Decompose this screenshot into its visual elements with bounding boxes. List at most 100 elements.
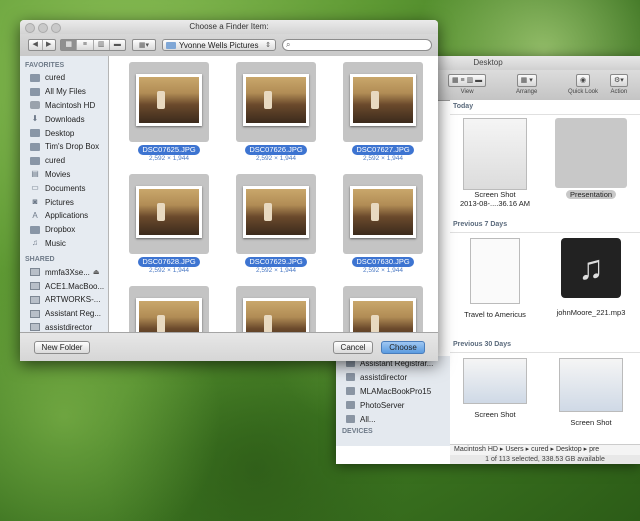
automator-icon: [555, 118, 627, 188]
choose-button[interactable]: Choose: [381, 341, 425, 354]
finder-sidebar-item[interactable]: PhotoServer: [336, 398, 450, 412]
file-item[interactable]: DSC07628.JPG 2,592 × 1,944: [123, 174, 215, 275]
finder-sidebar-item[interactable]: MLAMacBookPro15: [336, 384, 450, 398]
file-item[interactable]: DSC07630.JPG 2,592 × 1,944: [337, 174, 429, 275]
sidebar-item-drop-box[interactable]: Tim's Drop Box: [20, 140, 108, 154]
gear-icon[interactable]: ⚙▾: [610, 74, 628, 87]
sidebar-item-shared[interactable]: mmfa3Xse... ⏏: [20, 265, 108, 279]
path-item[interactable]: Macintosh HD: [454, 446, 498, 453]
file-dimensions: 2,592 × 1,944: [363, 267, 403, 274]
finder-file-item[interactable]: Screen Shot 2013-08-....36.16 AM: [450, 118, 540, 208]
quicklook-control[interactable]: ◉ Quick Look: [568, 74, 598, 95]
photo-thumbnail: [350, 186, 416, 238]
back-forward-control[interactable]: ◀ ▶: [28, 39, 56, 51]
photo-thumbnail: [350, 298, 416, 333]
folder-icon: [30, 142, 40, 151]
sidebar-item-cured[interactable]: cured: [20, 71, 108, 85]
film-icon: ▤: [31, 169, 39, 179]
path-item[interactable]: cured: [531, 446, 549, 453]
arrange-menu-button[interactable]: ▦▾: [132, 39, 156, 51]
section-today: Today: [450, 100, 640, 115]
screenshot-thumbnail: [463, 358, 527, 404]
finder-file-item[interactable]: Presentation: [546, 118, 636, 199]
icon-view-icon[interactable]: ▦: [61, 40, 78, 50]
file-name: DSC07630.JPG: [352, 257, 414, 267]
file-dimensions: 2,592 × 1,944: [149, 267, 189, 274]
finder-file-item[interactable]: Travel to Americus: [450, 238, 540, 319]
file-item[interactable]: DSC07626.JPG 2,592 × 1,944: [230, 62, 322, 163]
sidebar-item-applications[interactable]: A Applications: [20, 209, 108, 223]
new-folder-button[interactable]: New Folder: [34, 341, 90, 354]
monitor-icon: [30, 323, 40, 332]
sidebar-item-pictures[interactable]: ◙ Pictures: [20, 195, 108, 209]
file-dimensions: 2,592 × 1,944: [256, 155, 296, 162]
eye-icon[interactable]: ◉: [575, 74, 591, 87]
section-30days: Previous 30 Days: [450, 338, 640, 353]
sidebar-item-shared[interactable]: ARTWORKS-...: [20, 293, 108, 307]
file-item[interactable]: DSC07627.JPG 2,592 × 1,944: [337, 62, 429, 163]
file-name: DSC07627.JPG: [352, 145, 414, 155]
screenshot-thumbnail: [463, 118, 527, 190]
search-icon: ⌕: [286, 40, 291, 49]
forward-arrow-icon[interactable]: ▶: [43, 40, 56, 50]
photo-thumbnail: [136, 186, 202, 238]
view-icon-mode[interactable]: ▦ ≡ ▥ ▬: [448, 74, 487, 87]
path-item[interactable]: Users: [505, 446, 523, 453]
window-controls: [25, 23, 61, 33]
sidebar-item-music[interactable]: ♫ Music: [20, 237, 108, 251]
column-view-icon[interactable]: ▥: [94, 40, 110, 50]
updown-arrows-icon: ⇕: [265, 42, 271, 49]
list-view-icon[interactable]: ≡: [77, 40, 94, 50]
sidebar-item-documents[interactable]: ▭ Documents: [20, 181, 108, 195]
close-icon[interactable]: [25, 23, 35, 33]
coverflow-view-icon[interactable]: ▬: [110, 40, 125, 50]
camera-icon: ◙: [32, 197, 38, 207]
file-grid: DSC07625.JPG 2,592 × 1,944 DSC07626.JPG …: [109, 56, 438, 333]
back-arrow-icon[interactable]: ◀: [29, 40, 43, 50]
finder-file-item[interactable]: ♫ johnMoore_221.mp3: [546, 238, 636, 317]
sidebar-item-cured-folder[interactable]: cured: [20, 154, 108, 168]
desktop-icon: [30, 129, 40, 138]
photo-thumbnail: [136, 298, 202, 333]
path-item[interactable]: Desktop: [556, 446, 582, 453]
file-dimensions: 2,592 × 1,944: [149, 155, 189, 162]
finder-sidebar-item[interactable]: assistdirector: [336, 370, 450, 384]
sidebar-item-shared[interactable]: Assistant Reg...: [20, 307, 108, 321]
sidebar-item-dropbox[interactable]: Dropbox: [20, 223, 108, 237]
home-folder-icon: [30, 73, 40, 82]
view-control[interactable]: ▦ ≡ ▥ ▬ View: [448, 74, 487, 95]
location-label: Yvonne Wells Pictures: [179, 41, 259, 50]
sidebar-item-macintosh-hd[interactable]: Macintosh HD: [20, 99, 108, 113]
zoom-icon[interactable]: [51, 23, 61, 33]
sidebar-item-desktop[interactable]: Desktop: [20, 126, 108, 140]
sidebar-item-shared[interactable]: ACE1.MacBoo...: [20, 279, 108, 293]
file-item[interactable]: DSC07629.JPG 2,592 × 1,944: [230, 174, 322, 275]
file-item[interactable]: DSC07625.JPG 2,592 × 1,944: [123, 62, 215, 163]
location-popup[interactable]: Yvonne Wells Pictures ⇕: [162, 39, 276, 51]
monitor-icon: [346, 373, 355, 381]
eject-icon[interactable]: ⏏: [93, 268, 100, 276]
photo-thumbnail: [243, 74, 309, 126]
action-control[interactable]: ⚙▾ Action: [610, 74, 628, 95]
cancel-button[interactable]: Cancel: [333, 341, 373, 354]
file-name: DSC07626.JPG: [245, 145, 307, 155]
file-item[interactable]: [337, 286, 429, 333]
path-item[interactable]: pre: [589, 446, 599, 453]
view-mode-control[interactable]: ▦ ≡ ▥ ▬: [60, 39, 126, 51]
finder-file-item[interactable]: Screen Shot: [450, 358, 540, 419]
sidebar-item-all-my-files[interactable]: All My Files: [20, 85, 108, 99]
photo-thumbnail: [243, 186, 309, 238]
minimize-icon[interactable]: [38, 23, 48, 33]
sidebar-item-downloads[interactable]: ⬇ Downloads: [20, 112, 108, 126]
search-input[interactable]: ⌕: [282, 39, 432, 51]
sidebar-item-movies[interactable]: ▤ Movies: [20, 168, 108, 182]
arrange-control[interactable]: ▦ ▾ Arrange: [516, 74, 537, 95]
file-dimensions: 2,592 × 1,944: [256, 267, 296, 274]
finder-sidebar-item[interactable]: All...: [336, 412, 450, 426]
file-item[interactable]: [123, 286, 215, 333]
file-thumbnail-tile: [129, 62, 209, 142]
file-item[interactable]: [230, 286, 322, 333]
dialog-footer: New Folder Cancel Choose: [20, 332, 438, 361]
arrange-icon[interactable]: ▦ ▾: [516, 74, 537, 87]
finder-file-item[interactable]: Screen Shot: [546, 358, 636, 427]
